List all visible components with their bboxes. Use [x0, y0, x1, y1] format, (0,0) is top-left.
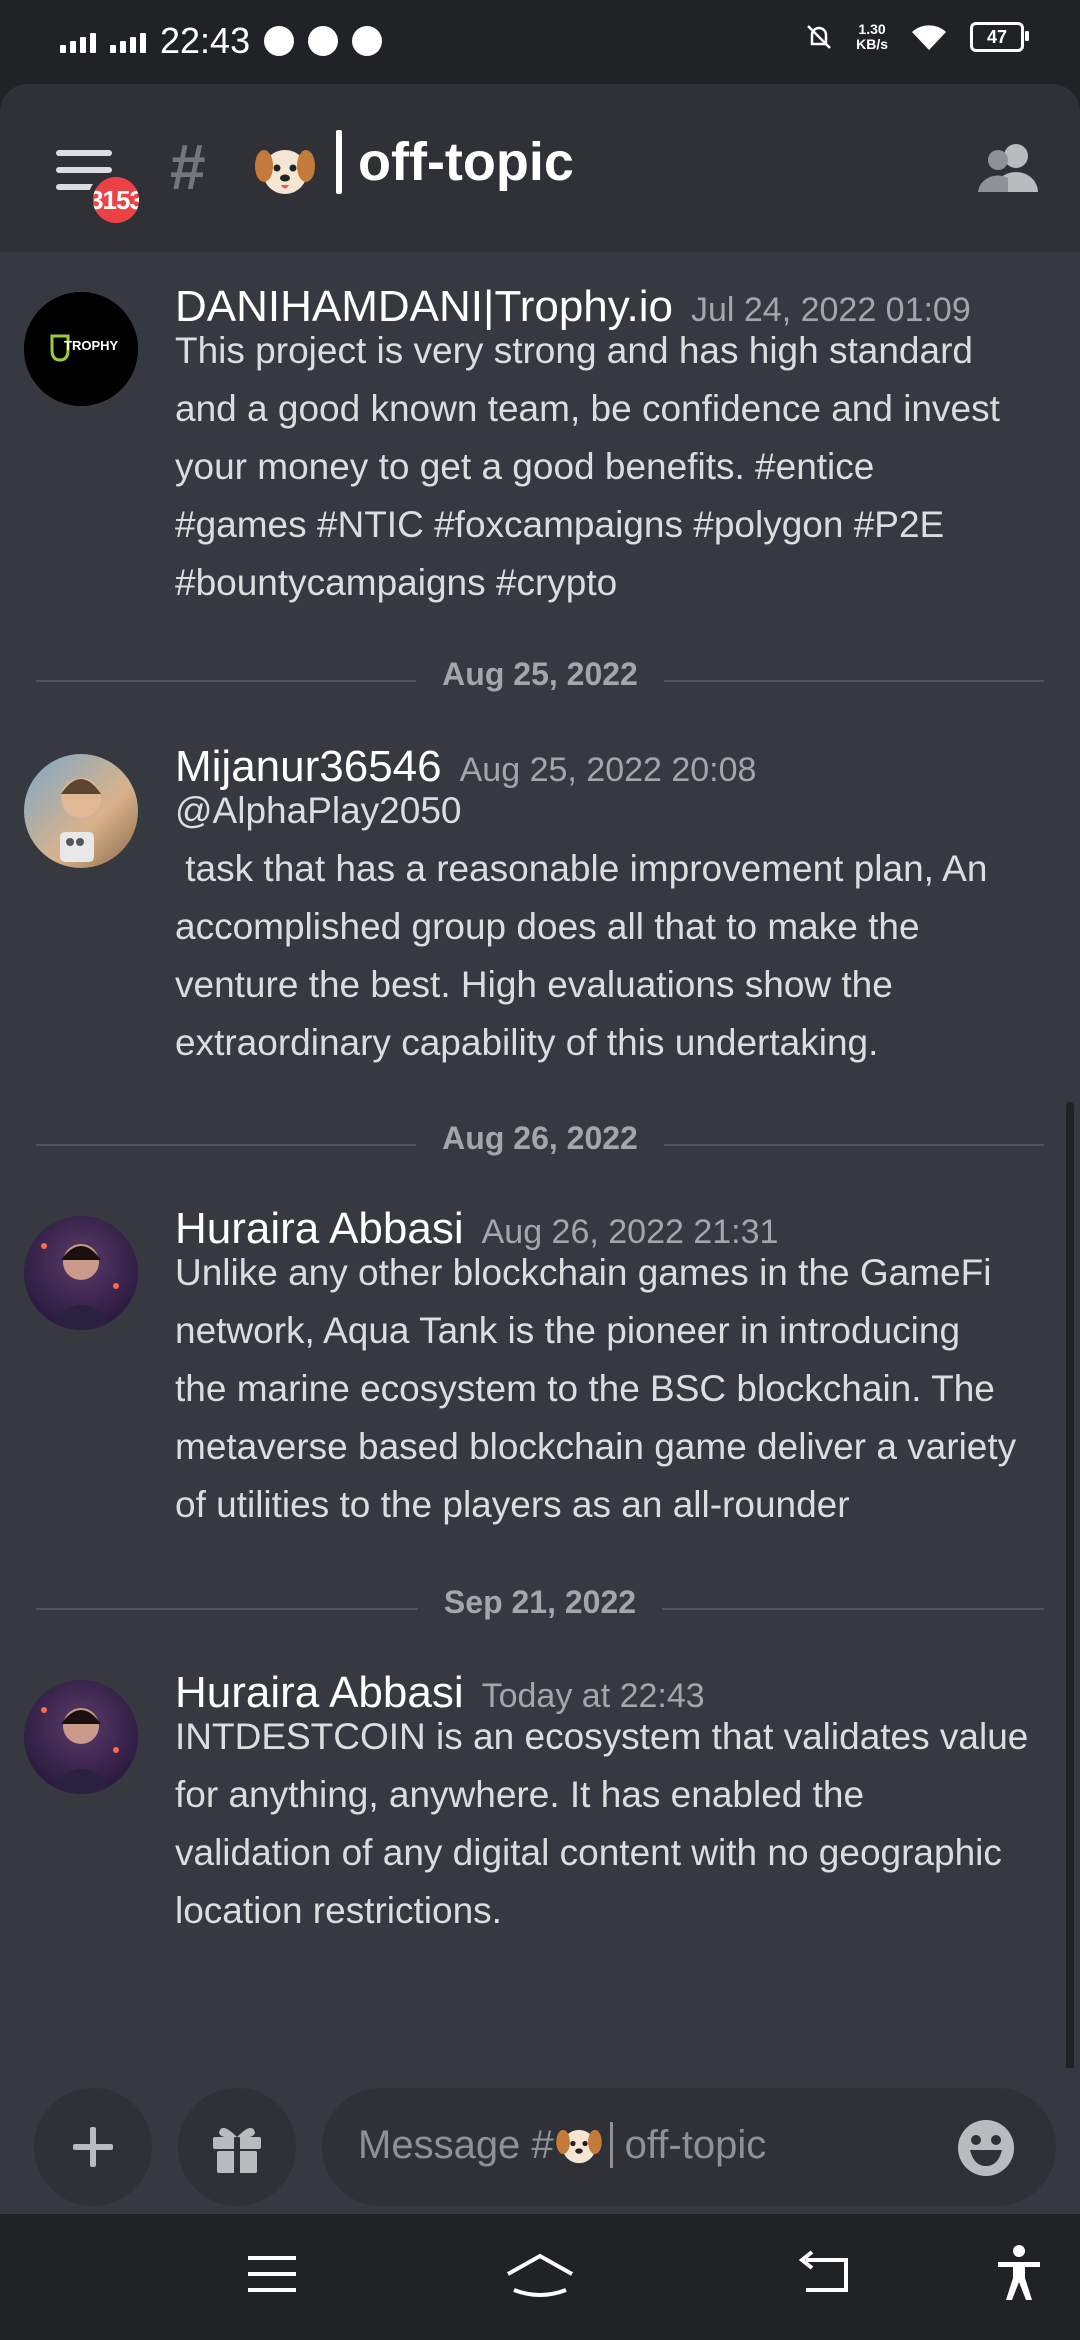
date-divider: Sep 21, 2022	[36, 1584, 1044, 1621]
avatar-logo-text: TROPHY	[64, 338, 119, 353]
dog-emoji-icon	[255, 150, 315, 194]
nav-menu-icon[interactable]	[244, 2250, 300, 2298]
members-icon[interactable]	[976, 140, 1040, 196]
wifi-icon	[912, 25, 946, 50]
gift-icon	[213, 2127, 261, 2173]
signal-2-icon	[110, 29, 146, 53]
date-divider: Aug 25, 2022	[36, 656, 1044, 693]
net-speed: 1.30 KB/s	[856, 21, 888, 52]
accessibility-icon[interactable]	[994, 2244, 1044, 2302]
system-nav-bar	[0, 2214, 1080, 2340]
channel-header: 3153 # off-topic	[0, 84, 1080, 252]
nav-back-icon[interactable]	[796, 2250, 852, 2298]
mention[interactable]: @AlphaPlay2050	[175, 782, 1065, 840]
nav-home-icon[interactable]	[504, 2250, 576, 2302]
message-composer: Message # off-topic	[0, 2068, 1080, 2214]
app-notification-icon	[352, 26, 383, 56]
battery-icon: 47	[970, 22, 1029, 52]
message-content: Unlike any other blockchain games in the…	[175, 1252, 1017, 1525]
add-attachment-button[interactable]	[34, 2088, 152, 2206]
date-divider: Aug 26, 2022	[36, 1120, 1044, 1157]
gift-button[interactable]	[178, 2088, 296, 2206]
channel-title[interactable]: off-topic	[336, 130, 574, 194]
avatar[interactable]	[24, 1216, 138, 1330]
dog-emoji-icon	[555, 2129, 602, 2164]
message-input[interactable]: Message # off-topic	[322, 2088, 1056, 2206]
message-placeholder: Message # off-topic	[358, 2122, 767, 2168]
chat-panel: 3153 # off-topic TROPHY DANIHAMDANI|Trop…	[0, 84, 1080, 2214]
status-bar: 22:43 1.30 KB/s 47	[0, 0, 1080, 84]
whatsapp-icon	[264, 26, 295, 56]
signal-1-icon	[60, 29, 96, 53]
message-content: INTDESTCOIN is an ecosystem that validat…	[175, 1716, 1029, 1931]
avatar[interactable]	[24, 754, 138, 868]
message-content: This project is very strong and has high…	[175, 330, 1000, 603]
hash-icon: #	[170, 131, 206, 203]
avatar[interactable]: TROPHY	[24, 292, 138, 406]
status-time: 22:43	[160, 20, 251, 61]
message-content: @AlphaPlay2050 task that has a reasonabl…	[175, 782, 1065, 1072]
emoji-icon[interactable]	[956, 2118, 1016, 2178]
scrollbar[interactable]	[1066, 1102, 1074, 2214]
telegram-icon	[308, 26, 339, 56]
message-list[interactable]: TROPHY DANIHAMDANI|Trophy.io Jul 24, 202…	[0, 252, 1080, 2214]
mute-icon	[807, 25, 831, 49]
avatar[interactable]	[24, 1680, 138, 1794]
plus-icon	[73, 2127, 113, 2167]
unread-badge: 3153	[88, 172, 144, 228]
